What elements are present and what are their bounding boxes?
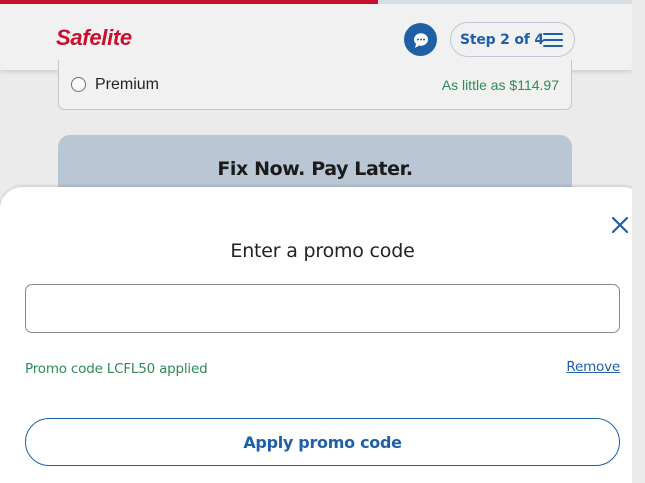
apply-promo-button[interactable]: Apply promo code [25, 418, 620, 466]
apply-promo-label: Apply promo code [243, 432, 402, 452]
remove-promo-link[interactable]: Remove [566, 359, 620, 375]
promo-code-modal: Enter a promo code Promo code LCFL50 app… [0, 187, 645, 483]
page: Safelite Step 2 of 4 Premium As little a… [0, 0, 645, 483]
promo-applied-message: Promo code LCFL50 applied [25, 361, 208, 377]
modal-title: Enter a promo code [230, 240, 415, 262]
close-icon [611, 216, 629, 234]
close-button[interactable] [609, 214, 631, 236]
promo-code-input[interactable] [25, 284, 620, 333]
page-scrollbar[interactable] [632, 0, 645, 483]
